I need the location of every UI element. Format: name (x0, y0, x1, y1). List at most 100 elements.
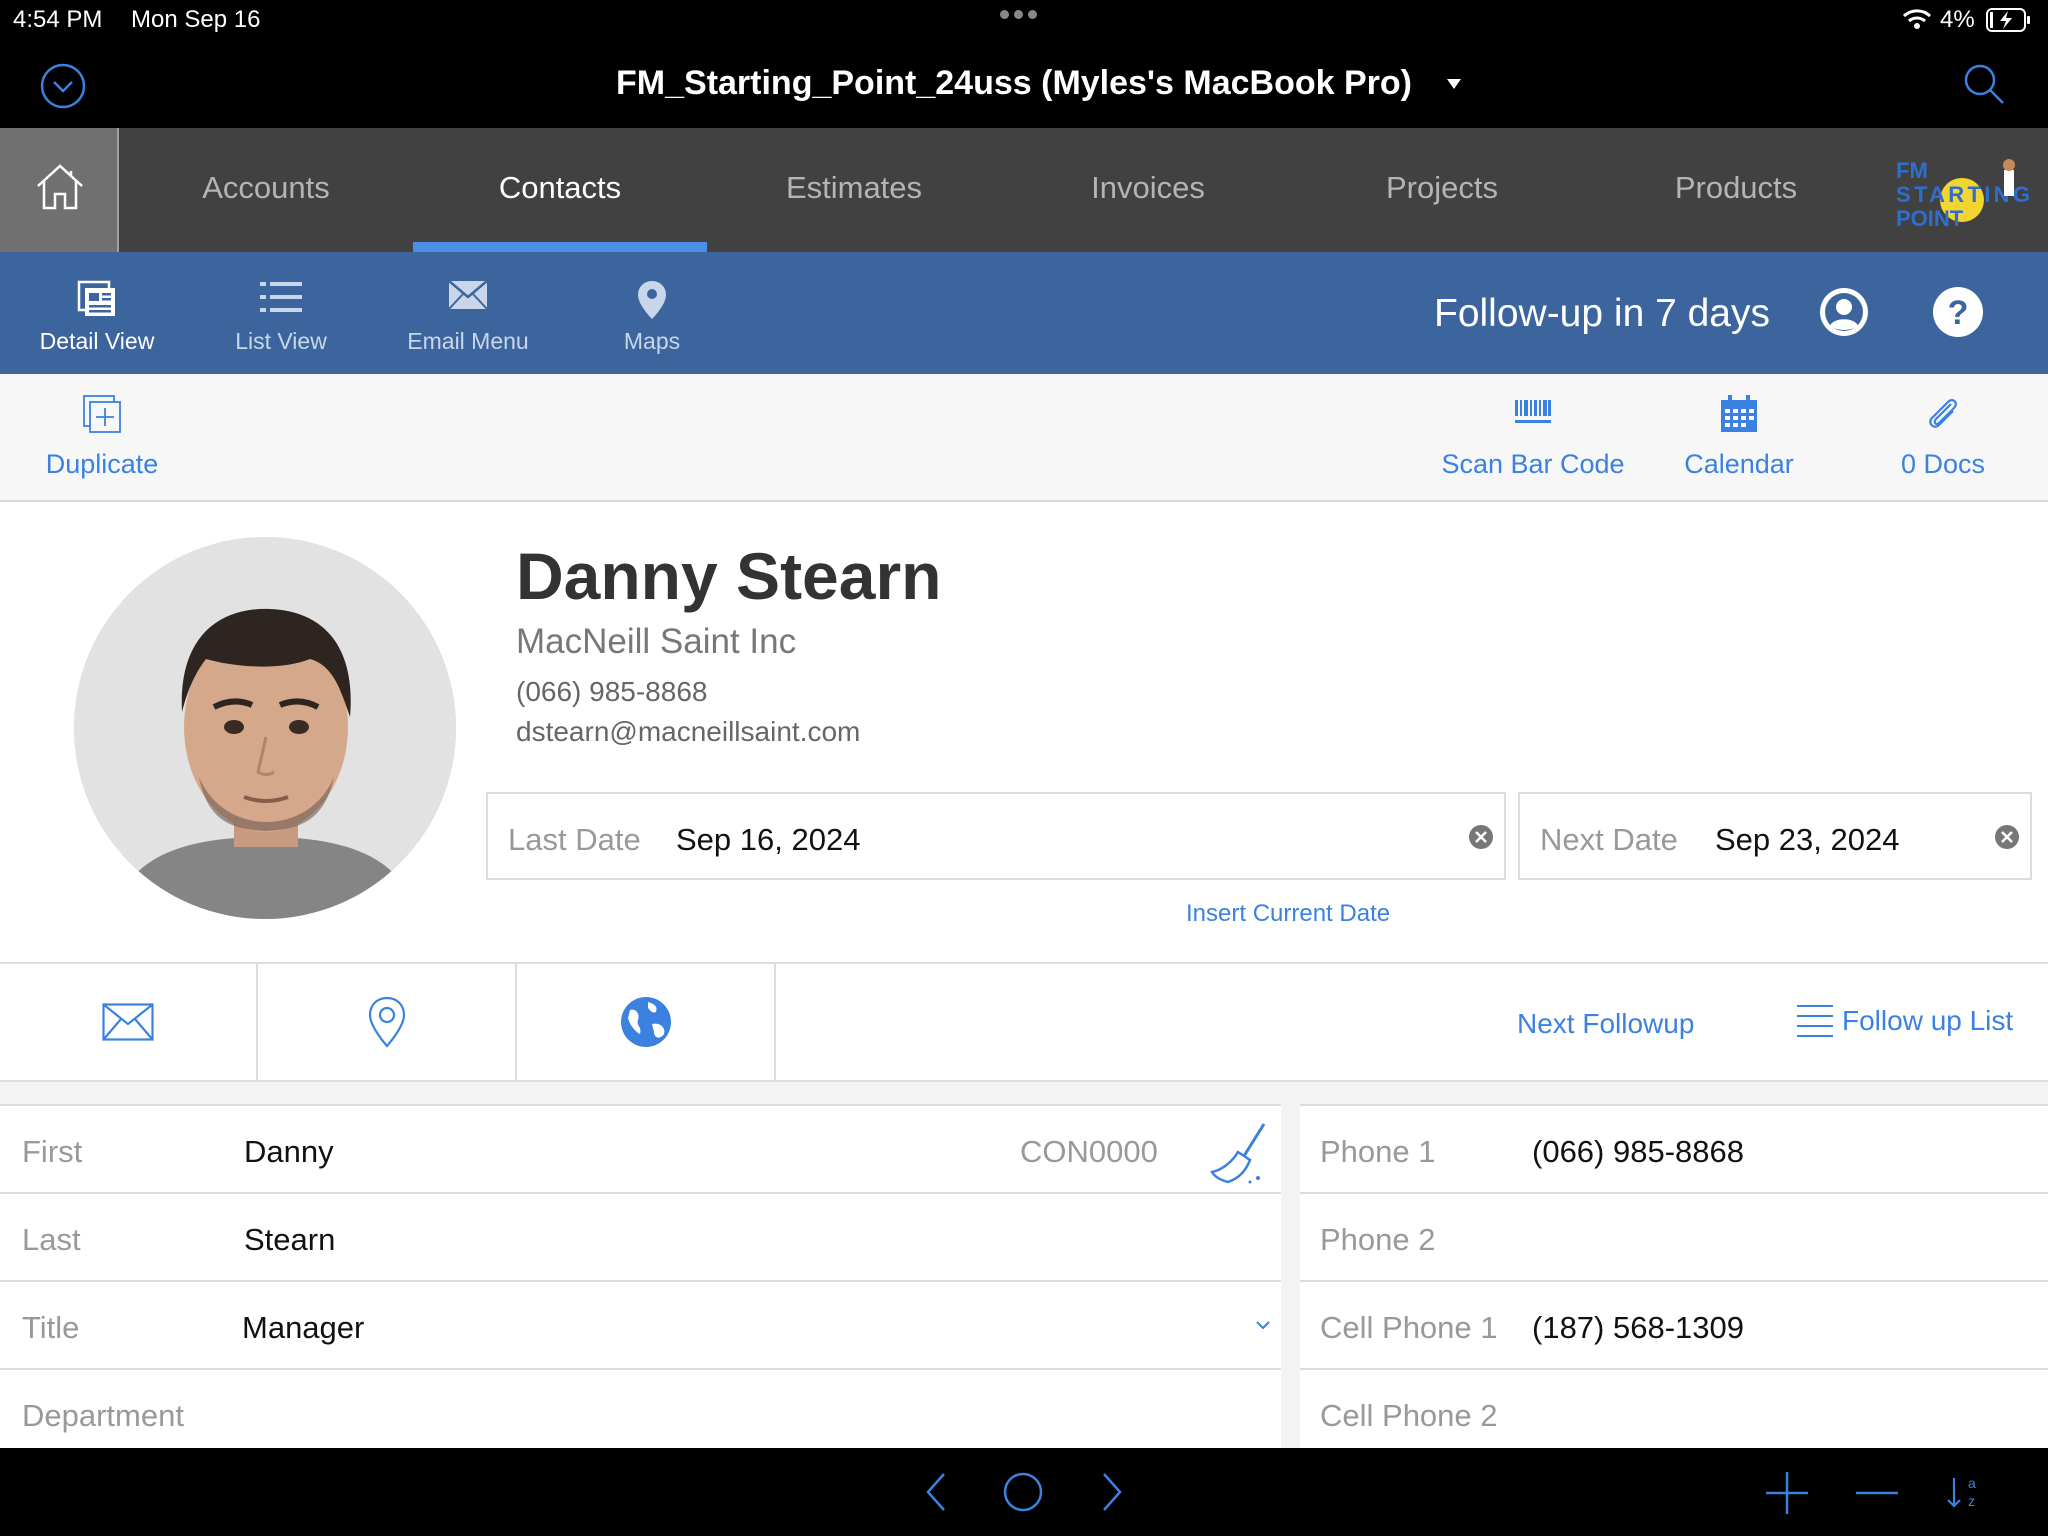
record-toolbar: Duplicate Scan Bar Code Calendar 0 Docs (0, 374, 2048, 502)
calendar-label: Calendar (1684, 449, 1794, 479)
phone2-row: Phone 2 (1300, 1194, 2048, 1282)
tab-products[interactable]: Products (1589, 128, 1883, 252)
broom-icon[interactable] (1210, 1122, 1268, 1184)
chevron-down-icon[interactable] (1256, 1320, 1270, 1330)
multitasking-dots-icon[interactable] (1000, 10, 1037, 19)
new-record-icon[interactable] (1764, 1470, 1810, 1516)
last-name-row: Last Stearn (0, 1194, 1281, 1282)
record-id: CON0000 (1020, 1134, 1158, 1169)
clear-last-date-icon[interactable] (1468, 824, 1494, 850)
map-pin-icon (638, 281, 666, 319)
paperclip-icon (1929, 399, 1957, 428)
duplicate-button[interactable]: Duplicate (22, 374, 182, 502)
user-account-icon[interactable] (1818, 286, 1870, 338)
contact-photo[interactable] (74, 537, 456, 919)
title-label: Title (22, 1310, 80, 1345)
map-location-button[interactable] (259, 964, 517, 1080)
delete-record-icon[interactable] (1854, 1470, 1900, 1516)
cell-phone2-label: Cell Phone 2 (1320, 1398, 1498, 1433)
maps-button[interactable]: Maps (577, 252, 727, 374)
search-icon[interactable] (1962, 62, 2006, 106)
next-date-label: Next Date (1540, 822, 1678, 857)
phone1-field[interactable]: (066) 985-8868 (1532, 1134, 1744, 1170)
list-icon (1797, 1005, 1833, 1037)
list-view-label: List View (235, 328, 327, 354)
calendar-button[interactable]: Calendar (1660, 374, 1818, 502)
calendar-icon (1721, 395, 1757, 432)
tab-projects[interactable]: Projects (1295, 128, 1589, 252)
scan-bar-code-label: Scan Bar Code (1441, 449, 1625, 479)
sort-icon[interactable]: az (1946, 1470, 1982, 1516)
envelope-icon (448, 280, 488, 310)
status-time: 4:54 PM (13, 6, 103, 33)
phone-fields-column: Phone 1 (066) 985-8868 Phone 2 Cell Phon… (1300, 1104, 2048, 1458)
globe-icon (621, 997, 671, 1047)
clear-next-date-icon[interactable] (1994, 824, 2020, 850)
tab-estimates[interactable]: Estimates (707, 128, 1001, 252)
title-field[interactable]: Manager (242, 1310, 364, 1346)
dropdown-caret-icon[interactable] (1446, 78, 1462, 90)
email-menu-label: Email Menu (407, 328, 529, 354)
tab-contacts[interactable]: Contacts (413, 128, 707, 252)
insert-current-date-button[interactable]: Insert Current Date (1186, 900, 1390, 928)
current-record-icon[interactable] (1002, 1470, 1044, 1514)
docs-button[interactable]: 0 Docs (1868, 374, 2018, 502)
last-date-value[interactable]: Sep 16, 2024 (676, 822, 860, 858)
contact-phone[interactable]: (066) 985-8868 (516, 676, 707, 708)
last-name-field[interactable]: Stearn (244, 1222, 335, 1258)
tab-accounts[interactable]: Accounts (119, 128, 413, 252)
svg-text:z: z (1968, 1493, 1975, 1509)
next-followup-button[interactable]: Next Followup (1517, 1008, 1694, 1040)
cell-phone1-field[interactable]: (187) 568-1309 (1532, 1310, 1744, 1346)
next-date-value[interactable]: Sep 23, 2024 (1715, 822, 1899, 858)
title-bar: FM_Starting_Point_24uss (Myles's MacBook… (0, 40, 2048, 128)
window-title[interactable]: FM_Starting_Point_24uss (Myles's MacBook… (0, 64, 2048, 103)
email-menu-button[interactable]: Email Menu (393, 252, 543, 374)
list-view-button[interactable]: List View (206, 252, 356, 374)
action-bar: Next Followup Follow up List (0, 962, 2048, 1082)
map-pin-icon (368, 996, 406, 1048)
status-bar: 4:54 PM Mon Sep 16 4% (0, 0, 2048, 40)
tab-invoices[interactable]: Invoices (1001, 128, 1295, 252)
name-fields-column: First Danny CON0000 Last Stearn Title Ma… (0, 1104, 1281, 1458)
cell-phone2-row: Cell Phone 2 (1300, 1370, 2048, 1458)
svg-text:POINT: POINT (1896, 206, 1964, 228)
help-icon[interactable]: ? (1932, 286, 1984, 338)
previous-record-icon[interactable] (924, 1470, 948, 1514)
contact-company: MacNeill Saint Inc (516, 622, 797, 661)
fm-starting-point-logo: FM STARTING POINT (1896, 158, 2030, 228)
phone1-label: Phone 1 (1320, 1134, 1436, 1169)
phone2-label: Phone 2 (1320, 1222, 1436, 1257)
maps-label: Maps (623, 328, 681, 354)
status-date: Mon Sep 16 (131, 6, 261, 33)
list-view-icon (260, 282, 302, 312)
last-date-field[interactable]: Last Date Sep 16, 2024 (486, 792, 1506, 880)
svg-text:?: ? (1948, 294, 1969, 332)
contact-form: First Danny CON0000 Last Stearn Title Ma… (0, 1082, 2048, 1458)
first-name-row: First Danny CON0000 (0, 1106, 1281, 1194)
followup-list-button[interactable]: Follow up List (1796, 1004, 2013, 1038)
docs-label: 0 Docs (1900, 449, 1986, 479)
layout-tab-bar: Accounts Contacts Estimates Invoices Pro… (0, 128, 2048, 252)
first-name-field[interactable]: Danny (244, 1134, 334, 1170)
contact-photo-image (74, 537, 456, 919)
contact-name: Danny Stearn (516, 539, 942, 613)
detail-view-label: Detail View (39, 328, 155, 354)
department-label: Department (22, 1398, 184, 1433)
scan-bar-code-button[interactable]: Scan Bar Code (1424, 374, 1642, 502)
send-email-button[interactable] (0, 964, 258, 1080)
next-record-icon[interactable] (1100, 1470, 1124, 1514)
followup-status: Follow-up in 7 days (1434, 292, 1770, 335)
cell-phone1-row: Cell Phone 1 (187) 568-1309 (1300, 1282, 2048, 1370)
website-button[interactable] (518, 964, 776, 1080)
duplicate-label: Duplicate (45, 449, 159, 479)
svg-text:a: a (1968, 1475, 1976, 1491)
department-row: Department (0, 1370, 1281, 1458)
next-date-field[interactable]: Next Date Sep 23, 2024 (1518, 792, 2032, 880)
cell-phone1-label: Cell Phone 1 (1320, 1310, 1498, 1345)
title-row[interactable]: Title Manager (0, 1282, 1281, 1370)
contact-email[interactable]: dstearn@macneillsaint.com (516, 716, 860, 748)
detail-view-icon (77, 280, 115, 316)
home-button[interactable] (0, 128, 119, 252)
detail-view-button[interactable]: Detail View (22, 252, 172, 374)
